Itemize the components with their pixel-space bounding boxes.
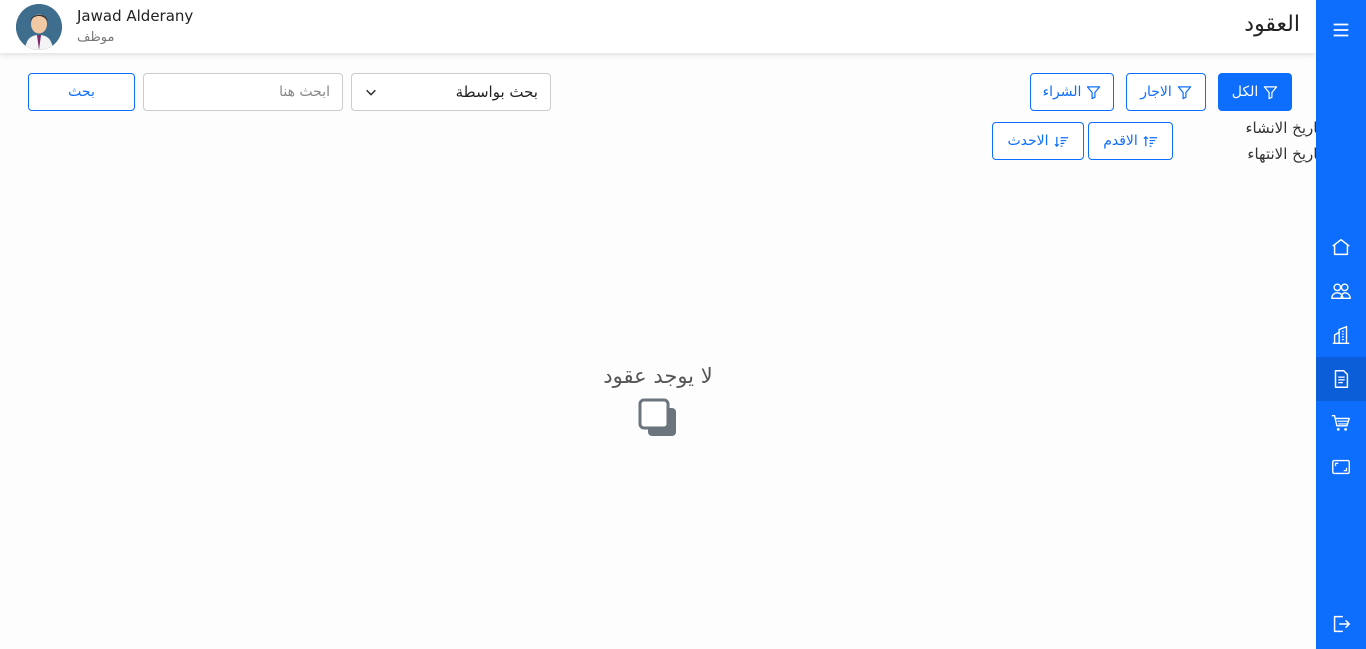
contract-icon: [1334, 370, 1349, 388]
app-root: Jawad Alderany موظف العقود الكل الاجار ا…: [0, 0, 1366, 649]
users-icon: [1331, 283, 1351, 300]
sidebar-item-fullscreen[interactable]: [1316, 445, 1366, 489]
sort-newest-button[interactable]: الاحدث: [992, 122, 1084, 160]
sidebar: [1316, 0, 1366, 649]
filter-all-button[interactable]: الكل: [1218, 73, 1292, 111]
sort-created-label: تاريخ الانشاء: [1245, 119, 1322, 137]
filter-icon: [1177, 85, 1191, 99]
filter-icon: [1264, 85, 1278, 99]
top-header: Jawad Alderany موظف العقود: [0, 0, 1316, 53]
sidebar-item-buildings[interactable]: [1316, 313, 1366, 357]
home-icon: [1332, 238, 1350, 256]
sidebar-item-cart[interactable]: [1316, 401, 1366, 445]
sort-oldest-label: الاقدم: [1103, 133, 1138, 149]
filter-rent-label: الاجار: [1140, 84, 1172, 100]
chevron-down-icon: [366, 89, 376, 96]
cart-icon: [1331, 414, 1350, 431]
sort-newest-label: الاحدث: [1007, 133, 1049, 149]
search-by-label: بحث بواسطة: [455, 83, 538, 101]
fullscreen-icon: [1332, 459, 1350, 475]
user-role: موظف: [77, 30, 115, 45]
sidebar-item-users[interactable]: [1316, 269, 1366, 313]
filter-icon: [1087, 85, 1101, 99]
logout-button[interactable]: [1316, 602, 1366, 646]
empty-state-message: لا يوجد عقود: [603, 364, 713, 388]
sort-ended-label: تاريخ الانتهاء: [1247, 145, 1322, 163]
avatar[interactable]: [16, 4, 62, 50]
sidebar-item-home[interactable]: [1316, 225, 1366, 269]
filter-rent-button[interactable]: الاجار: [1126, 73, 1206, 111]
search-input[interactable]: [143, 73, 343, 111]
building-icon: [1332, 325, 1350, 344]
empty-box-icon: [638, 398, 676, 436]
sort-down-icon: [1054, 136, 1068, 147]
menu-icon: [1333, 23, 1349, 37]
sort-oldest-button[interactable]: الاقدم: [1088, 122, 1173, 160]
search-button-label: بحث: [68, 84, 95, 100]
menu-toggle-button[interactable]: [1316, 8, 1366, 52]
search-button[interactable]: بحث: [28, 73, 135, 111]
logout-icon: [1333, 615, 1351, 633]
filter-all-label: الكل: [1231, 84, 1259, 100]
page-title: العقود: [1244, 12, 1300, 37]
user-name: Jawad Alderany: [77, 7, 194, 25]
sidebar-item-contracts[interactable]: [1316, 357, 1366, 401]
filter-purchase-label: الشراء: [1042, 84, 1082, 100]
filter-purchase-button[interactable]: الشراء: [1030, 73, 1114, 111]
search-by-select[interactable]: بحث بواسطة: [351, 73, 551, 111]
sort-up-icon: [1143, 135, 1157, 147]
empty-state: لا يوجد عقود: [558, 364, 758, 440]
